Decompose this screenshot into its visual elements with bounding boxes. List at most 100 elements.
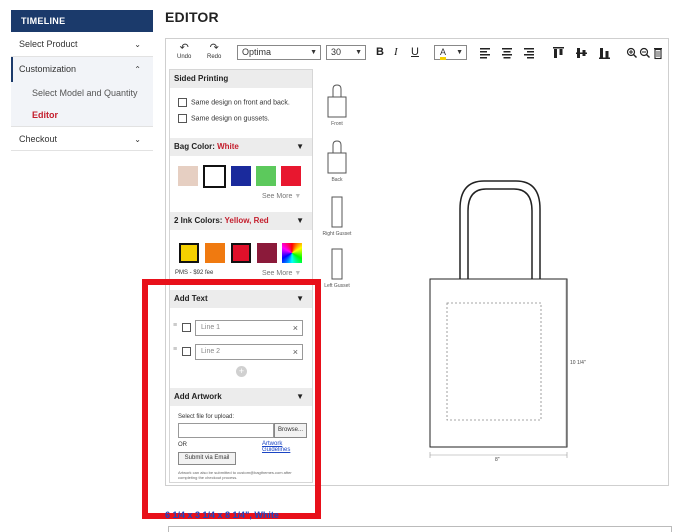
- align-left-icon[interactable]: [480, 48, 490, 59]
- drag-handle-icon[interactable]: ≡: [173, 346, 177, 353]
- trash-icon[interactable]: [654, 48, 662, 60]
- ink-colors-header[interactable]: 2 Ink Colors: Yellow, Red ▼: [170, 212, 312, 230]
- options-panel: Sided Printing Same design on front and …: [169, 69, 313, 483]
- bag-color-header[interactable]: Bag Color: White ▼: [170, 138, 312, 156]
- ink-swatch-orange[interactable]: [205, 243, 225, 263]
- align-right-icon[interactable]: [524, 48, 534, 59]
- font-family-select[interactable]: Optima ▼: [237, 45, 321, 60]
- add-artwork-title: Add Artwork: [174, 392, 222, 401]
- line-1-placeholder: Line 1: [201, 324, 221, 331]
- line-2-checkbox[interactable]: [182, 347, 191, 356]
- sided-printing-header: Sided Printing: [170, 70, 312, 88]
- timeline-item-select-product[interactable]: Select Product ⌄: [11, 32, 153, 57]
- page-title: EDITOR: [165, 9, 219, 25]
- toolbar-icons: [480, 47, 662, 60]
- align-center-icon[interactable]: [502, 48, 512, 59]
- same-gussets-option[interactable]: Same design on gussets.: [178, 114, 270, 124]
- bold-button[interactable]: B: [376, 45, 384, 60]
- redo-icon: ↷: [209, 42, 219, 54]
- submit-via-email-button[interactable]: Submit via Email: [178, 452, 236, 465]
- font-family-value: Optima: [242, 47, 272, 57]
- ink-swatch-custom-spectrum[interactable]: [282, 243, 302, 263]
- bag-color-swatch-green[interactable]: [256, 166, 276, 186]
- bag-color-swatch-white[interactable]: [203, 165, 226, 188]
- line-1-input[interactable]: Line 1 ×: [195, 320, 303, 336]
- zoom-out-icon[interactable]: [639, 47, 650, 58]
- align-middle-icon[interactable]: [576, 48, 587, 58]
- clear-icon[interactable]: ×: [293, 321, 298, 335]
- bag-color-swatch-red[interactable]: [281, 166, 301, 186]
- gusset-right-thumb-icon: [331, 196, 343, 228]
- chevron-up-icon: ⌃: [134, 65, 141, 74]
- drag-handle-icon[interactable]: ≡: [173, 322, 177, 329]
- undo-icon: ↶: [179, 42, 189, 54]
- view-thumb-back[interactable]: Back: [319, 139, 355, 183]
- line-2-input[interactable]: Line 2 ×: [195, 344, 303, 360]
- text-color-glyph: A: [440, 48, 447, 60]
- pms-fee-label: PMS - $92 fee: [175, 270, 214, 276]
- chevron-down-icon: ⌄: [134, 135, 141, 144]
- caret-down-icon: ▼: [456, 49, 463, 56]
- caret-down-icon: ▼: [294, 270, 302, 277]
- add-artwork-header[interactable]: Add Artwork ▼: [170, 388, 312, 406]
- bag-color-title: Bag Color:: [174, 142, 218, 151]
- redo-button[interactable]: ↷ Redo: [207, 42, 221, 60]
- caret-down-icon: ▼: [294, 193, 302, 200]
- redo-label: Redo: [207, 54, 222, 60]
- view-thumb-right-gusset[interactable]: Right Gusset: [319, 193, 355, 237]
- bag-color-see-more[interactable]: See More ▼: [262, 193, 301, 200]
- width-dimension-label: 8": [495, 457, 500, 463]
- bag-preview: [429, 180, 568, 458]
- clear-icon[interactable]: ×: [293, 345, 298, 359]
- ink-swatch-red[interactable]: [231, 243, 251, 263]
- undo-button[interactable]: ↶ Undo: [177, 42, 191, 60]
- ink-colors-title: 2 Ink Colors:: [174, 216, 225, 225]
- font-size-select[interactable]: 30 ▼: [326, 45, 366, 60]
- same-gussets-checkbox[interactable]: [178, 114, 187, 123]
- timeline-subitem-model-quantity[interactable]: Select Model and Quantity: [11, 82, 153, 104]
- view-label: Left Gusset: [324, 283, 350, 289]
- italic-button[interactable]: I: [394, 45, 398, 60]
- timeline-item-checkout[interactable]: Checkout ⌄: [11, 126, 153, 151]
- file-path-input[interactable]: [178, 423, 274, 438]
- timeline-item-label: Select Product: [19, 39, 78, 49]
- view-thumb-left-gusset[interactable]: Left Gusset: [319, 245, 355, 289]
- same-front-back-option[interactable]: Same design on front and back.: [178, 98, 290, 108]
- add-text-header[interactable]: Add Text ▼: [170, 290, 312, 308]
- line-2-placeholder: Line 2: [201, 348, 221, 355]
- or-label: OR: [178, 442, 187, 448]
- same-gussets-label: Same design on gussets.: [191, 115, 270, 123]
- view-thumbnails: Front Back Right Gusset Left Gusset: [314, 69, 360, 309]
- artwork-guidelines-link[interactable]: Artwork Guidelines: [262, 441, 312, 453]
- caret-down-icon: ▼: [296, 216, 304, 225]
- text-color-select[interactable]: A ▼: [434, 45, 467, 60]
- timeline: TIMELINE Select Product ⌄ Customization …: [11, 10, 153, 151]
- timeline-item-customization[interactable]: Customization ⌃: [11, 57, 153, 82]
- design-canvas[interactable]: 10 1/4" 8": [364, 69, 666, 483]
- zoom-in-icon[interactable]: [626, 47, 637, 58]
- timeline-subitem-editor[interactable]: Editor: [11, 104, 153, 126]
- bag-color-swatch-blue[interactable]: [231, 166, 251, 186]
- timeline-header: TIMELINE: [11, 10, 153, 32]
- view-thumb-front[interactable]: Front: [319, 83, 355, 127]
- line-1-checkbox[interactable]: [182, 323, 191, 332]
- view-label: Right Gusset: [322, 231, 352, 237]
- caret-down-icon: ▼: [310, 49, 317, 56]
- same-front-back-checkbox[interactable]: [178, 98, 187, 107]
- timeline-item-label: Checkout: [19, 134, 58, 144]
- sided-printing-title: Sided Printing: [174, 74, 229, 83]
- add-line-plus-icon[interactable]: +: [236, 366, 247, 377]
- ink-swatch-maroon[interactable]: [257, 243, 277, 263]
- align-top-icon[interactable]: [553, 47, 564, 58]
- view-label: Back: [331, 177, 343, 183]
- bag-color-swatch-tan[interactable]: [178, 166, 198, 186]
- browse-button[interactable]: Browse...: [274, 423, 307, 438]
- height-dimension-label: 10 1/4": [570, 360, 586, 366]
- caret-down-icon: ▼: [296, 142, 304, 151]
- ink-swatch-yellow[interactable]: [179, 243, 199, 263]
- underline-button[interactable]: U: [411, 45, 419, 60]
- caret-down-icon: ▼: [296, 294, 304, 303]
- align-bottom-icon[interactable]: [599, 48, 610, 59]
- chevron-down-icon: ⌄: [134, 40, 141, 49]
- ink-colors-see-more[interactable]: See More ▼: [262, 270, 301, 277]
